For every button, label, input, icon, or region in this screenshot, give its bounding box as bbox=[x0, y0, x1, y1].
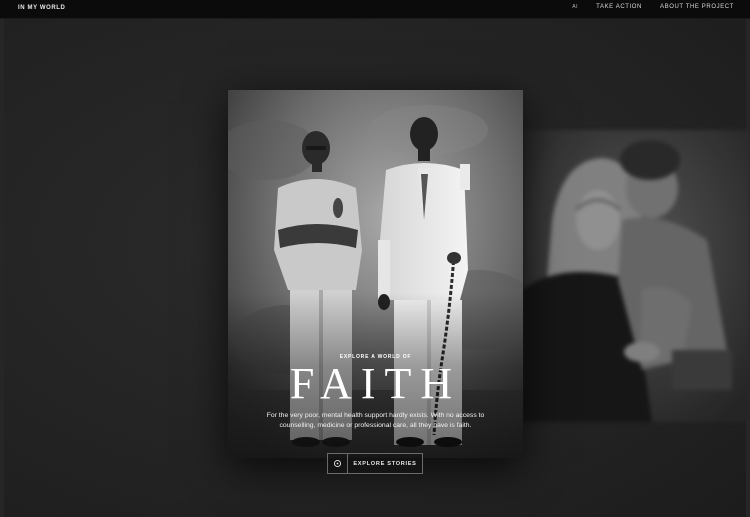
nav-about-link[interactable]: ABOUT THE PROJECT bbox=[660, 4, 734, 10]
top-nav-bar: IN MY WORLD AI TAKE ACTION ABOUT THE PRO… bbox=[0, 0, 750, 19]
nav-ai-link[interactable]: AI bbox=[572, 4, 578, 10]
brand-logo[interactable]: IN MY WORLD bbox=[18, 5, 66, 11]
card-title: FAITH bbox=[289, 359, 462, 408]
next-story-image bbox=[522, 130, 750, 422]
nav-take-action-link[interactable]: TAKE ACTION bbox=[596, 4, 642, 10]
page: IN MY WORLD AI TAKE ACTION ABOUT THE PRO… bbox=[0, 0, 750, 517]
target-icon bbox=[328, 454, 348, 473]
explore-stories-label: EXPLORE STORIES bbox=[353, 460, 417, 467]
explore-stories-button[interactable]: EXPLORE STORIES bbox=[327, 453, 423, 474]
top-nav: AI TAKE ACTION ABOUT THE PROJECT bbox=[572, 4, 734, 10]
next-story-photo[interactable] bbox=[522, 130, 750, 422]
card-description: For the very poor, mental health support… bbox=[266, 412, 485, 429]
story-card[interactable]: EXPLORE A WORLD OF FAITH For the very po… bbox=[228, 90, 523, 458]
